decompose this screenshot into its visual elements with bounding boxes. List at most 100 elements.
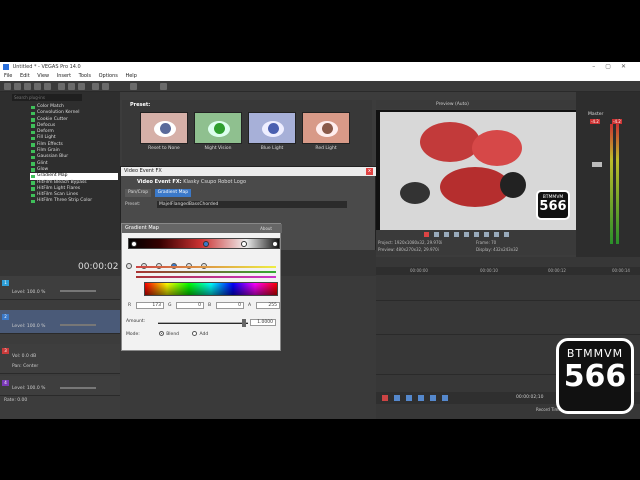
track-level: Level: 100.0 %	[12, 290, 46, 295]
render-icon[interactable]	[34, 83, 41, 90]
next-frame-icon[interactable]	[494, 232, 499, 237]
video-preview: BTMMVM 566	[376, 110, 576, 238]
track-level-slider[interactable]	[60, 387, 96, 389]
gradient-stop-handle[interactable]	[203, 241, 209, 247]
loop-icon[interactable]	[394, 395, 400, 401]
a-field[interactable]: 255	[256, 302, 280, 309]
menu-insert[interactable]: Insert	[57, 73, 71, 79]
title-bar: Untitled * - VEGAS Pro 14.0 –▢✕	[0, 62, 640, 72]
loop-icon[interactable]	[434, 232, 439, 237]
green-slider[interactable]	[136, 271, 276, 273]
ruler-tick: 00:00:10	[480, 268, 498, 273]
play-from-start-icon[interactable]	[444, 232, 449, 237]
mode-blend-option[interactable]: Blend	[159, 331, 180, 337]
plugin-search-input[interactable]: Search plug-ins	[12, 94, 82, 101]
go-to-end-icon[interactable]	[504, 232, 509, 237]
red-slider[interactable]	[136, 266, 276, 268]
track-level-slider[interactable]	[60, 324, 96, 326]
pause-icon[interactable]	[418, 395, 424, 401]
track-header-audio-3[interactable]: 3 Vol: 0.0 dB Pan: Center	[0, 344, 120, 374]
cut-icon[interactable]	[58, 83, 65, 90]
fx-item[interactable]: HitFilm Three Strip Color	[30, 198, 118, 204]
envelope-tool-icon[interactable]	[160, 83, 167, 90]
stop-icon[interactable]	[430, 395, 436, 401]
timeline-ruler[interactable]: 00:00:00 00:00:10 00:00:12 00:00:14	[376, 267, 640, 275]
display-label: Display:	[476, 247, 492, 252]
preset-thumb-night-vision[interactable]	[194, 112, 242, 144]
amount-slider-handle[interactable]	[242, 319, 246, 327]
dialog-close-button[interactable]: x	[366, 168, 373, 175]
track-level-slider[interactable]	[60, 290, 96, 292]
track-header-video-2[interactable]: 2 Level: 100.0 %	[0, 310, 120, 334]
edit-tool-icon[interactable]	[130, 83, 137, 90]
track-header-video-4[interactable]: 4 Level: 100.0 %	[0, 376, 120, 396]
preset-panel: Preset: Reset to None Night Vision Blue …	[122, 100, 372, 168]
logo-shape	[400, 182, 430, 204]
preview-channel-logo: BTMMVM 566	[536, 190, 570, 220]
chain-gradient-map-button[interactable]: Gradient Map	[154, 189, 192, 197]
master-fader[interactable]	[592, 162, 602, 167]
play-icon[interactable]	[406, 395, 412, 401]
amount-label: Amount:	[126, 319, 146, 324]
save-icon[interactable]	[24, 83, 31, 90]
blend-radio[interactable]	[159, 331, 165, 336]
gradient-stop-handle[interactable]	[241, 241, 247, 247]
record-icon[interactable]	[382, 395, 388, 401]
track-header-video-1[interactable]: 1 Level: 100.0 %	[0, 276, 120, 300]
about-link[interactable]: About	[260, 224, 272, 233]
gradient-bar[interactable]	[128, 238, 280, 249]
undo-icon[interactable]	[92, 83, 99, 90]
add-radio[interactable]	[192, 331, 198, 336]
chain-pan-crop-button[interactable]: Pan/Crop	[125, 189, 152, 197]
amount-slider[interactable]	[158, 322, 248, 324]
menu-view[interactable]: View	[37, 73, 49, 79]
menu-options[interactable]: Options	[99, 73, 118, 79]
paste-icon[interactable]	[78, 83, 85, 90]
go-to-end-icon[interactable]	[442, 395, 448, 401]
level-meter-left	[610, 124, 613, 244]
preset-thumb-reset[interactable]	[140, 112, 188, 144]
prev-frame-icon[interactable]	[484, 232, 489, 237]
add-stop-icon[interactable]	[126, 263, 132, 269]
pause-icon[interactable]	[464, 232, 469, 237]
new-project-icon[interactable]	[4, 83, 11, 90]
frame-value: 70	[491, 240, 497, 245]
g-field[interactable]: 0	[176, 302, 204, 309]
color-sliders[interactable]	[136, 265, 276, 279]
record-icon[interactable]	[424, 232, 429, 237]
properties-icon[interactable]	[44, 83, 51, 90]
open-icon[interactable]	[14, 83, 21, 90]
menu-file[interactable]: File	[4, 73, 12, 79]
amount-field[interactable]: 1.0000	[250, 319, 276, 326]
track-number: 3	[2, 348, 9, 354]
gradient-stop-handle[interactable]	[131, 241, 137, 247]
dialog-preset-dropdown[interactable]: MajelFlangedBassChorded	[157, 201, 347, 208]
redo-icon[interactable]	[102, 83, 109, 90]
track-divider	[376, 300, 640, 301]
gradient-map-panel: Gradient Map About R 173 G 0 B 0 A 255 A…	[121, 223, 282, 351]
mode-add-option[interactable]: Add	[192, 331, 209, 337]
color-spectrum-picker[interactable]	[144, 282, 278, 296]
b-field[interactable]: 0	[216, 302, 244, 309]
ruler-tick: 00:00:12	[548, 268, 566, 273]
project-label: Project:	[378, 240, 394, 245]
stop-icon[interactable]	[474, 232, 479, 237]
preset-thumb-red-light[interactable]	[302, 112, 350, 144]
window-controls[interactable]: –▢✕	[592, 62, 636, 72]
track-level: Level: 100.0 %	[12, 324, 46, 329]
preset-caption: Blue Light	[260, 146, 284, 151]
gradient-stop-handle[interactable]	[272, 241, 278, 247]
menu-edit[interactable]: Edit	[20, 73, 30, 79]
menu-tools[interactable]: Tools	[79, 73, 91, 79]
add-label: Add	[199, 332, 209, 337]
copy-icon[interactable]	[68, 83, 75, 90]
blue-slider[interactable]	[136, 276, 276, 278]
ruler-tick: 00:00:00	[410, 268, 428, 273]
preview-quality-dropdown[interactable]: Preview (Auto)	[436, 102, 469, 107]
r-field[interactable]: 173	[136, 302, 164, 309]
play-icon[interactable]	[454, 232, 459, 237]
menu-help[interactable]: Help	[125, 73, 136, 79]
project-value: 1920x1080x32, 29.970i	[394, 240, 443, 245]
iris-image	[160, 123, 171, 134]
preset-thumb-blue-light[interactable]	[248, 112, 296, 144]
